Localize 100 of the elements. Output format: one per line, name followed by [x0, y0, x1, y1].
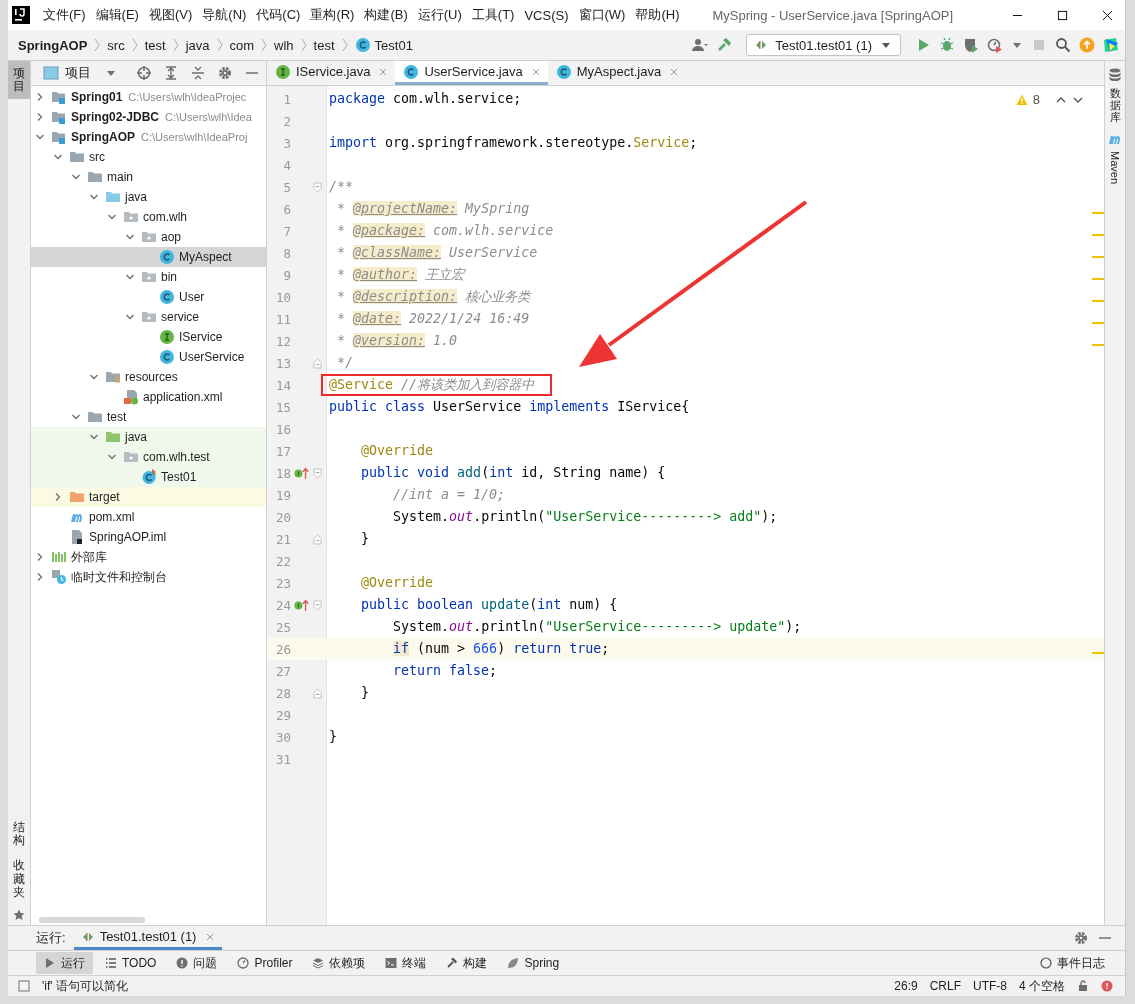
- tool-window-button[interactable]: 终端: [377, 952, 435, 974]
- chevron-right-icon[interactable]: [35, 572, 45, 582]
- menu-item[interactable]: 编辑(E): [90, 6, 144, 24]
- tool-window-button[interactable]: TODO: [97, 952, 165, 974]
- tree-item[interactable]: service: [31, 307, 266, 327]
- close-icon[interactable]: [1102, 9, 1113, 21]
- chevron-right-icon[interactable]: [35, 112, 45, 122]
- tree-item[interactable]: bin: [31, 267, 266, 287]
- menu-item[interactable]: 视图(V): [143, 6, 198, 24]
- fold-icon[interactable]: [313, 599, 322, 611]
- tree-item[interactable]: test: [31, 407, 266, 427]
- status-item[interactable]: 4 个空格: [1019, 977, 1065, 995]
- menu-item[interactable]: 构建(B): [359, 6, 413, 24]
- menu-item[interactable]: 运行(U): [412, 6, 467, 24]
- hammer-icon[interactable]: [716, 37, 733, 53]
- star-icon[interactable]: [13, 909, 25, 921]
- tool-window-tab[interactable]: 收藏夹: [8, 853, 30, 905]
- tree-item[interactable]: java: [31, 427, 266, 447]
- tree-item[interactable]: java: [31, 187, 266, 207]
- square-icon[interactable]: [18, 980, 30, 992]
- tool-window-tab[interactable]: 数据库: [1107, 67, 1123, 124]
- tool-window-button[interactable]: 运行: [36, 952, 93, 974]
- chevron-down-icon[interactable]: [125, 232, 135, 242]
- tree-item[interactable]: Test01: [31, 467, 266, 487]
- menu-item[interactable]: 窗口(W): [573, 6, 631, 24]
- chevron-down-icon[interactable]: [107, 212, 117, 222]
- menu-item[interactable]: 帮助(H): [630, 6, 685, 24]
- tree-item[interactable]: 临时文件和控制台: [31, 567, 266, 587]
- settings-icon[interactable]: [1073, 930, 1089, 946]
- breadcrumb-item[interactable]: wlh: [274, 37, 294, 53]
- chevron-down-icon[interactable]: [89, 192, 99, 202]
- tool-window-tab[interactable]: 结构: [8, 815, 30, 854]
- status-item[interactable]: UTF-8: [973, 979, 1007, 993]
- search-icon[interactable]: [1055, 37, 1071, 53]
- fold-icon[interactable]: [313, 181, 322, 193]
- chevron-down-icon[interactable]: [35, 132, 45, 142]
- warning-count[interactable]: 8: [1032, 92, 1040, 107]
- chevron-right-icon[interactable]: [53, 492, 63, 502]
- error-icon[interactable]: [1101, 980, 1113, 992]
- breadcrumb-item[interactable]: test: [313, 37, 335, 53]
- collapse-all-icon[interactable]: [190, 65, 206, 81]
- tree-item[interactable]: MyAspect: [31, 247, 266, 267]
- tree-item[interactable]: Spring01 C:\Users\wlh\IdeaProjec: [31, 87, 266, 107]
- chevron-down-icon[interactable]: [89, 372, 99, 382]
- status-item[interactable]: CRLF: [929, 979, 961, 993]
- implements-marker-icon[interactable]: [294, 466, 310, 480]
- scrollbar[interactable]: [39, 917, 145, 923]
- update-icon[interactable]: [1079, 37, 1095, 53]
- menu-item[interactable]: 导航(N): [197, 6, 252, 24]
- tree-item[interactable]: SpringAOP C:\Users\wlh\IdeaProj: [31, 127, 266, 147]
- breadcrumb-item[interactable]: test: [144, 37, 166, 53]
- profiler-icon[interactable]: [987, 37, 1003, 53]
- menu-item[interactable]: 重构(R): [305, 6, 360, 24]
- chevron-down-icon[interactable]: [107, 452, 117, 462]
- chevron-down-icon[interactable]: [53, 152, 63, 162]
- run-config-dropdown[interactable]: Test01.test01 (1): [746, 34, 901, 56]
- breadcrumb-item[interactable]: com: [229, 37, 255, 53]
- chevron-down-icon[interactable]: [71, 172, 81, 182]
- editor-tab[interactable]: MyAspect.java: [547, 61, 687, 85]
- chevron-down-icon[interactable]: [125, 272, 135, 282]
- tool-window-button[interactable]: 依赖项: [304, 952, 374, 974]
- tree-item[interactable]: com.wlh: [31, 207, 266, 227]
- menu-item[interactable]: VCS(S): [519, 7, 574, 23]
- tree-item[interactable]: SpringAOP.iml: [31, 527, 266, 547]
- settings-icon[interactable]: [217, 65, 233, 81]
- breadcrumb-item[interactable]: java: [185, 37, 210, 53]
- tool-window-button[interactable]: Profiler: [229, 952, 301, 974]
- tree-item[interactable]: User: [31, 287, 266, 307]
- fold-icon[interactable]: [313, 467, 322, 479]
- tree-item[interactable]: Spring02-JDBC C:\Users\wlh\Idea: [31, 107, 266, 127]
- tree-item[interactable]: IService: [31, 327, 266, 347]
- tool-window-tab[interactable]: 项目: [8, 61, 30, 100]
- bug-icon[interactable]: [939, 37, 955, 53]
- tree-item[interactable]: aop: [31, 227, 266, 247]
- breadcrumb-item[interactable]: Test01: [374, 37, 413, 53]
- status-item[interactable]: 26:9: [894, 979, 918, 993]
- tree-item[interactable]: src: [31, 147, 266, 167]
- event-log-button[interactable]: 事件日志: [1032, 952, 1113, 974]
- tree-item[interactable]: application.xml: [31, 387, 266, 407]
- tree-item[interactable]: main: [31, 167, 266, 187]
- shield-icon[interactable]: [963, 37, 979, 53]
- menu-item[interactable]: 文件(F): [38, 6, 91, 24]
- tree-item[interactable]: resources: [31, 367, 266, 387]
- user-icon[interactable]: [692, 37, 709, 53]
- tool-window-button[interactable]: Spring: [499, 952, 568, 974]
- breadcrumb-item[interactable]: SpringAOP: [18, 37, 88, 53]
- tool-window-button[interactable]: 构建: [438, 952, 496, 974]
- chevron-down-icon[interactable]: [125, 312, 135, 322]
- chevron-right-icon[interactable]: [35, 92, 45, 102]
- tree-item[interactable]: UserService: [31, 347, 266, 367]
- lock-icon[interactable]: [1077, 980, 1089, 992]
- expand-all-icon[interactable]: [163, 65, 179, 81]
- fold-icon[interactable]: [313, 687, 322, 699]
- chevron-right-icon[interactable]: [35, 552, 45, 562]
- fold-icon[interactable]: [313, 533, 322, 545]
- crosshair-icon[interactable]: [136, 65, 152, 81]
- editor-tab[interactable]: UserService.java: [395, 61, 548, 85]
- panel-title[interactable]: 项目: [65, 64, 91, 82]
- menu-item[interactable]: 代码(C): [251, 6, 306, 24]
- editor-tab[interactable]: IService.java: [267, 61, 396, 85]
